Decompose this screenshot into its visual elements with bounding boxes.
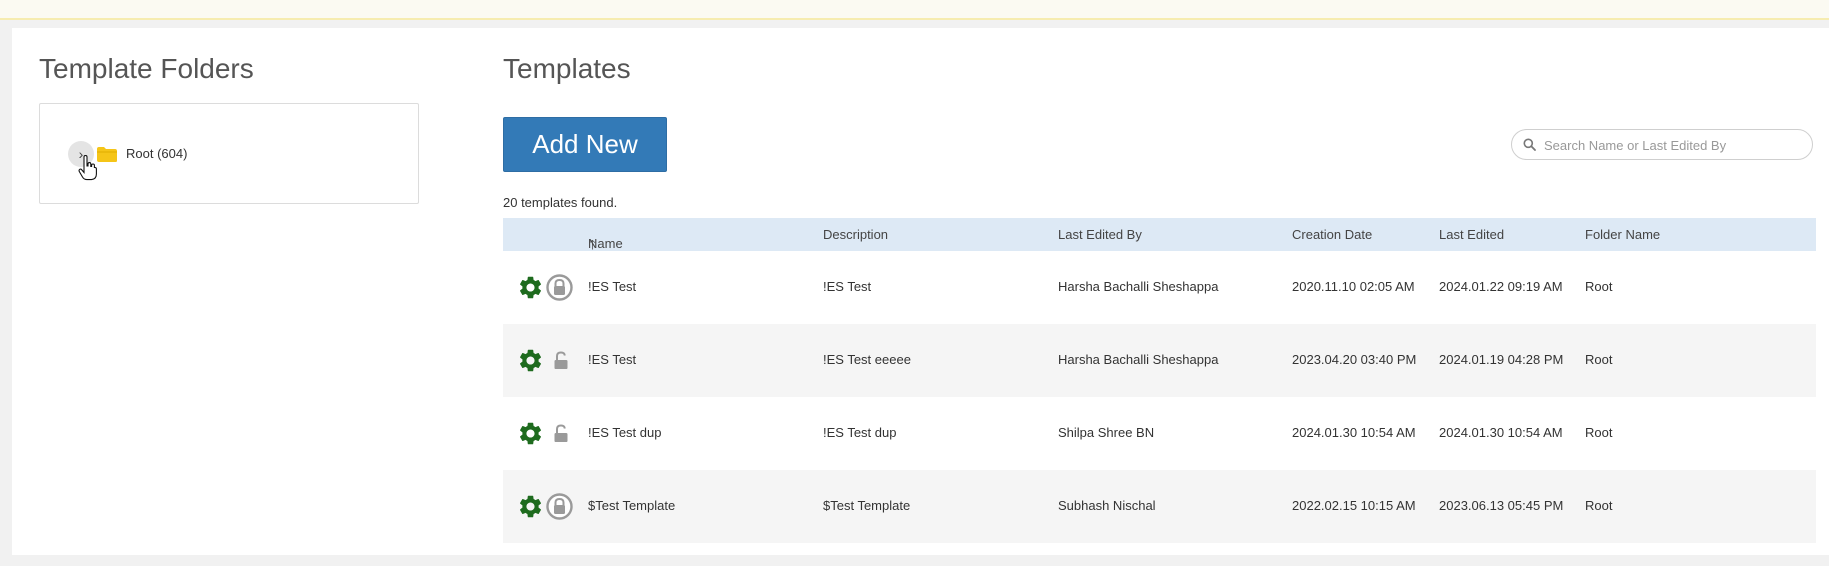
folder-root-label[interactable]: Root (604) [126,146,187,161]
table-header: Name 🡑 Description Last Edited By Creatio… [503,218,1816,252]
lock-circle-icon[interactable] [546,493,573,520]
main-panel: Template Folders › Root (604) Templates … [12,28,1829,555]
table-row[interactable]: $Test Template $Test Template Subhash Ni… [503,470,1816,543]
template-name[interactable]: $Test Template [588,498,675,513]
folder-icon [97,147,117,162]
gear-icon[interactable] [517,493,544,520]
folders-title: Template Folders [39,53,254,84]
template-last-edited-by: Subhash Nischal [1058,498,1156,513]
templates-title: Templates [503,53,631,84]
template-creation-date: 2023.04.20 03:40 PM [1292,352,1417,367]
template-description: !ES Test eeeee [823,352,911,367]
gear-icon[interactable] [517,420,544,447]
template-last-edited: 2024.01.22 09:19 AM [1439,279,1563,294]
templates-count: 20 templates found. [503,195,618,210]
add-new-button[interactable]: Add New [503,117,667,172]
template-last-edited: 2023.06.13 05:45 PM [1439,498,1564,513]
table-row[interactable]: !ES Test !ES Test eeeee Harsha Bachalli … [503,324,1816,397]
template-last-edited-by: Harsha Bachalli Sheshappa [1058,352,1219,367]
template-folder: Root [1585,425,1613,440]
gear-icon[interactable] [517,274,544,301]
template-description: !ES Test dup [823,425,897,440]
table-row[interactable]: !ES Test !ES Test Harsha Bachalli Shesha… [503,251,1816,324]
template-folder: Root [1585,279,1613,294]
search-icon [1523,138,1536,151]
column-header-last-edited-by[interactable]: Last Edited By [1058,227,1142,242]
template-creation-date: 2022.02.15 10:15 AM [1292,498,1416,513]
template-creation-date: 2024.01.30 10:54 AM [1292,425,1416,440]
template-last-edited: 2024.01.30 10:54 AM [1439,425,1563,440]
template-description: !ES Test [823,279,872,294]
search-box [1511,129,1813,160]
lock-circle-icon[interactable] [546,274,573,301]
table-row[interactable]: !ES Test dup !ES Test dup Shilpa Shree B… [503,397,1816,470]
template-description: $Test Template [823,498,911,513]
template-name[interactable]: !ES Test [588,352,636,367]
template-last-edited: 2024.01.19 04:28 PM [1439,352,1564,367]
template-creation-date: 2020.11.10 02:05 AM [1292,279,1415,294]
unlock-icon[interactable] [553,351,569,370]
templates-table: Name 🡑 Description Last Edited By Creatio… [503,218,1816,543]
column-header-description[interactable]: Description [823,227,888,242]
template-name[interactable]: !ES Test [588,279,636,294]
hand-cursor-icon [78,155,97,181]
template-last-edited-by: Shilpa Shree BN [1058,425,1155,440]
column-header-last-edited[interactable]: Last Edited [1439,227,1504,242]
template-folder: Root [1585,352,1613,367]
template-last-edited-by: Harsha Bachalli Sheshappa [1058,279,1219,294]
column-header-creation-date[interactable]: Creation Date [1292,227,1372,242]
gear-icon[interactable] [517,347,544,374]
template-folder: Root [1585,498,1613,513]
unlock-icon[interactable] [553,424,569,443]
top-notification-strip [0,0,1829,20]
folder-tree: › Root (604) [39,103,419,204]
column-header-folder-name[interactable]: Folder Name [1585,227,1660,242]
search-input[interactable] [1542,135,1806,156]
template-name[interactable]: !ES Test dup [588,425,661,440]
